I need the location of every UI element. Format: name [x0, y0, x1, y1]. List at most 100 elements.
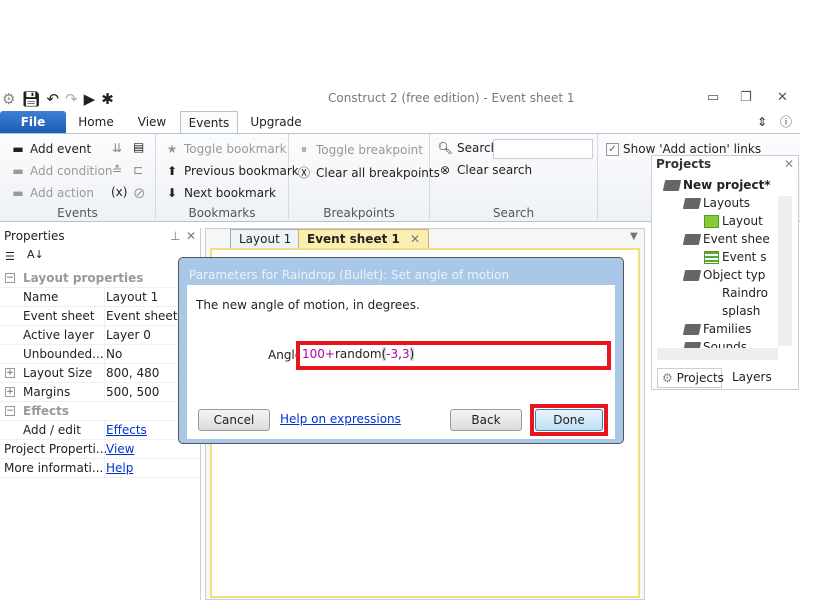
previous-bookmark-button[interactable]: ⬆ Previous bookmark	[164, 164, 299, 178]
categorized-icon[interactable]: ☰	[5, 250, 15, 263]
property-row[interactable]: Event sheet Event sheet 1	[0, 307, 200, 326]
search-button[interactable]: 🔍︎ Search	[437, 141, 498, 155]
close-projects-icon[interactable]: ✕	[784, 157, 794, 171]
tab-view[interactable]: View	[130, 111, 174, 134]
property-link[interactable]: Help	[104, 459, 133, 478]
project-tree-item[interactable]: New project*	[662, 178, 771, 192]
property-value: Layout 1	[104, 288, 158, 307]
property-row[interactable]: + Layout Size 800, 480	[0, 364, 200, 383]
property-name: More informati...	[4, 461, 104, 475]
cancel-button[interactable]: Cancel	[198, 409, 270, 431]
help-on-expressions-link[interactable]: Help on expressions	[280, 412, 401, 426]
tab-upgrade[interactable]: Upgrade	[246, 111, 306, 134]
tab-list-dropdown-icon[interactable]: ▼	[630, 231, 638, 242]
property-row[interactable]: Name Layout 1	[0, 288, 200, 307]
tab-file[interactable]: File	[0, 111, 66, 134]
property-row[interactable]: Unbounded... No	[0, 345, 200, 364]
property-link[interactable]: View	[104, 440, 134, 459]
add-else-icon[interactable]: ≛	[112, 163, 122, 177]
disable-icon[interactable]: ⊘	[133, 184, 146, 202]
property-row[interactable]: More informati... Help	[0, 459, 200, 478]
project-tree-item[interactable]: Event s	[704, 250, 766, 264]
expand-icon[interactable]: +	[5, 387, 15, 397]
add-action-button[interactable]: ▬ Add action	[10, 186, 94, 200]
clear-breakpoints-icon: Ⓧ	[297, 166, 310, 180]
show-add-action-links-checkbox[interactable]: ✓ Show 'Add action' links	[606, 142, 761, 156]
debug-icon[interactable]: ✱	[101, 90, 114, 108]
tree-item-label: Raindro	[722, 286, 768, 300]
project-tree-item[interactable]: Raindro	[704, 286, 768, 300]
tab-events[interactable]: Events	[180, 111, 238, 134]
horizontal-scrollbar[interactable]	[657, 348, 778, 360]
redo-icon[interactable]: ↷	[65, 90, 78, 108]
collapse-icon[interactable]: −	[5, 406, 15, 416]
tree-item-label: New project*	[683, 178, 771, 192]
project-tree-item[interactable]: Layouts	[682, 196, 750, 210]
property-name: Name	[23, 290, 59, 304]
add-comment-icon[interactable]: ▤	[133, 140, 144, 154]
close-properties-icon[interactable]: ✕	[186, 229, 196, 243]
tab-event-sheet-1[interactable]: Event sheet 1 ✕	[298, 229, 430, 248]
back-button[interactable]: Back	[450, 409, 522, 431]
app-menu-icon[interactable]: ⚙	[2, 90, 15, 108]
add-condition-button[interactable]: ▬ Add condition	[10, 164, 112, 178]
search-group-label: Search	[492, 206, 535, 220]
property-category[interactable]: − Layout properties	[0, 269, 200, 288]
undo-icon[interactable]: ↶	[47, 90, 60, 108]
save-icon[interactable]: 💾︎	[21, 90, 40, 108]
project-tree-item[interactable]: Object typ	[682, 268, 765, 282]
event-sheet-icon	[704, 250, 719, 264]
toggle-bookmark-button[interactable]: ★ Toggle bookmark	[164, 142, 287, 156]
search-input[interactable]	[493, 139, 593, 159]
events-group: ▬ Add event ▬ Add condition ▬ Add action ⇊ …	[0, 134, 156, 222]
add-or-icon[interactable]: ⊏	[133, 163, 143, 177]
tree-item-label: Families	[703, 322, 752, 336]
add-subevent-icon[interactable]: ⇊	[112, 141, 122, 155]
property-row[interactable]: + Margins 500, 500	[0, 383, 200, 402]
layout-icon	[704, 214, 719, 228]
pin-icon[interactable]: ⊥	[170, 229, 180, 243]
expr-arg: 3	[402, 347, 410, 361]
tab-home[interactable]: Home	[72, 111, 120, 134]
minimize-icon[interactable]: ▭	[707, 90, 719, 105]
sort-alpha-icon[interactable]: A↓	[27, 248, 44, 261]
project-tree-item[interactable]: Families	[682, 322, 752, 336]
property-category[interactable]: − Effects	[0, 402, 200, 421]
project-tree-item[interactable]: Event shee	[682, 232, 770, 246]
next-bookmark-button[interactable]: ⬇ Next bookmark	[164, 186, 276, 200]
property-row[interactable]: Add / edit Effects	[0, 421, 200, 440]
clear-breakpoints-button[interactable]: Ⓧ Clear all breakpoints	[296, 164, 440, 181]
quick-access-toolbar: ⚙ 💾︎ ↶ ↷ ▶ ✱	[0, 88, 114, 110]
tab-layers[interactable]: Layers	[732, 370, 772, 384]
property-row[interactable]: Project Properti... View	[0, 440, 200, 459]
vertical-scrollbar[interactable]	[778, 196, 792, 346]
project-tree-item[interactable]: Layout	[704, 214, 763, 228]
property-link[interactable]: Effects	[104, 421, 147, 440]
project-tree-item[interactable]: splash	[704, 304, 760, 318]
add-variable-icon[interactable]: (x)	[111, 185, 127, 199]
restore-icon[interactable]: ❐	[740, 90, 752, 105]
add-action-icon: ▬	[12, 186, 24, 200]
tab-layout-1[interactable]: Layout 1	[230, 229, 301, 248]
expr-paren: )	[409, 347, 415, 361]
tree-item-label: Event s	[722, 250, 767, 264]
add-event-button[interactable]: ▬ Add event	[10, 142, 91, 156]
search-group: 🔍︎ Search ⊗ Clear search Search	[430, 134, 598, 222]
collapse-icon[interactable]: −	[5, 273, 15, 283]
angle-expression-input[interactable]: 100+random(-3,3)	[296, 341, 611, 370]
close-icon[interactable]: ✕	[777, 90, 788, 105]
expand-icon[interactable]: +	[5, 368, 15, 378]
done-button[interactable]: Done	[535, 409, 603, 431]
clear-search-button[interactable]: ⊗ Clear search	[437, 163, 532, 177]
toggle-breakpoint-button[interactable]: ⏸ Toggle breakpoint	[296, 142, 423, 157]
properties-panel: Properties ⊥ ✕ ☰ A↓ − Layout properties Na…	[0, 228, 201, 600]
collapse-ribbon-icon[interactable]: ⇕	[755, 111, 769, 134]
tab-projects[interactable]: ⚙ Projects	[657, 368, 724, 388]
property-row[interactable]: Active layer Layer 0	[0, 326, 200, 345]
properties-title: Properties	[4, 229, 65, 243]
breakpoints-group: ⏸ Toggle breakpoint Ⓧ Clear all breakpoint…	[289, 134, 440, 222]
run-icon[interactable]: ▶	[84, 90, 96, 108]
info-icon[interactable]: ⓘ	[777, 111, 795, 134]
property-name: Add / edit	[23, 423, 81, 437]
close-tab-icon[interactable]: ✕	[410, 232, 420, 246]
